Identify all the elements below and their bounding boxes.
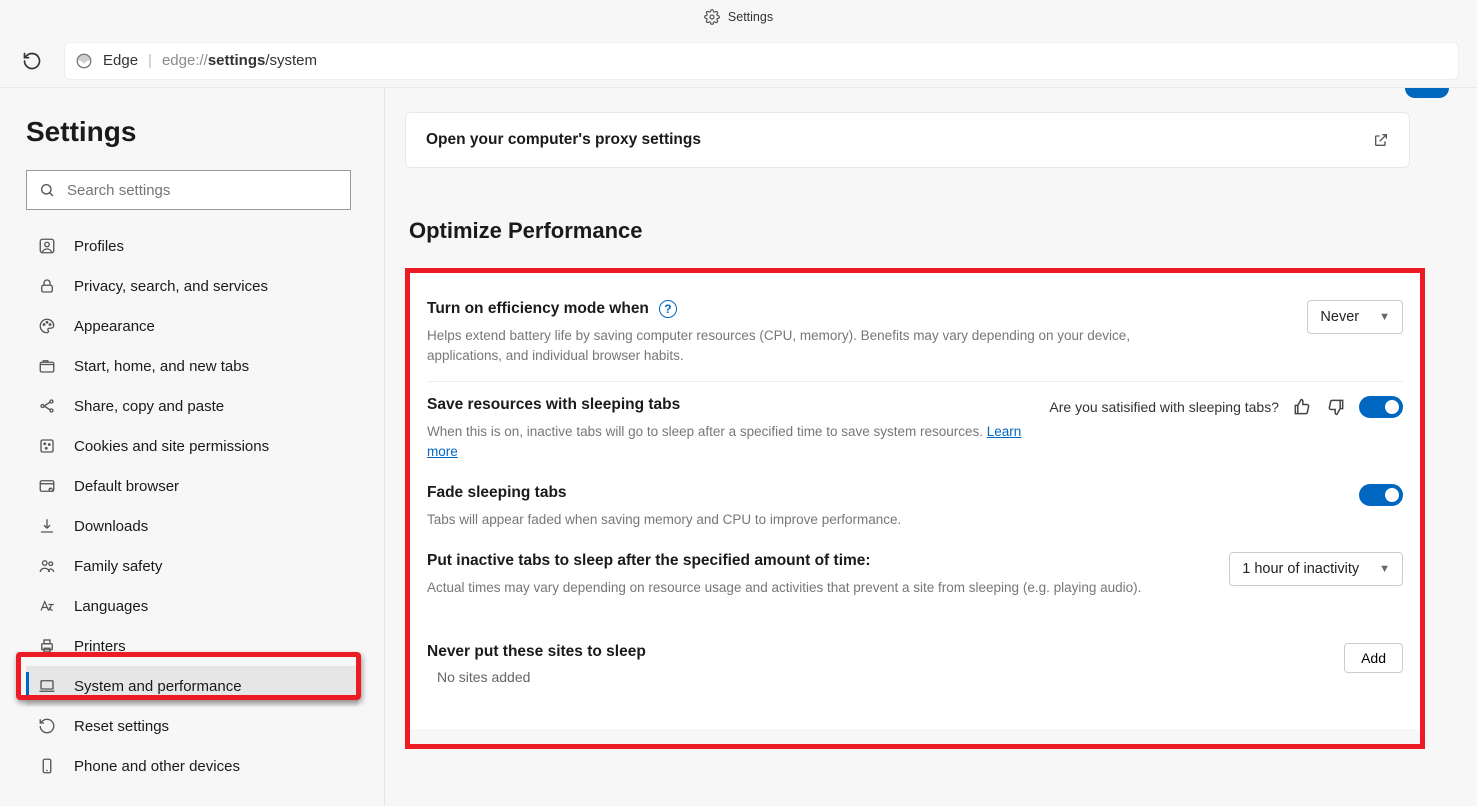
separator: | (148, 52, 152, 69)
nav-cookies[interactable]: Cookies and site permissions (26, 426, 358, 466)
download-icon (36, 517, 58, 535)
edge-logo-icon (75, 52, 93, 70)
nav-label: Printers (74, 638, 126, 655)
nav-system-performance[interactable]: System and performance (26, 666, 358, 706)
reset-icon (36, 717, 58, 735)
url: edge://settings/system (162, 52, 317, 69)
reload-button[interactable] (18, 47, 46, 75)
phone-icon (36, 757, 58, 775)
section-header: Optimize Performance (409, 218, 1477, 244)
highlight-overlay (405, 268, 1425, 749)
nav-list: Profiles Privacy, search, and services A… (26, 226, 358, 786)
family-icon (36, 557, 58, 575)
nav-default-browser[interactable]: Default browser (26, 466, 358, 506)
tab-title: Settings (728, 10, 773, 24)
search-settings-box[interactable] (26, 170, 351, 210)
performance-section: Turn on efficiency mode when ? Helps ext… (405, 268, 1425, 729)
toggle-cutoff[interactable] (1405, 88, 1449, 98)
nav-label: Phone and other devices (74, 758, 240, 775)
nav-label: System and performance (74, 678, 242, 695)
nav-reset[interactable]: Reset settings (26, 706, 358, 746)
nav-family[interactable]: Family safety (26, 546, 358, 586)
nav-profiles[interactable]: Profiles (26, 226, 358, 266)
external-link-icon (1373, 132, 1389, 148)
tabs-icon (36, 357, 58, 375)
nav-label: Start, home, and new tabs (74, 358, 249, 375)
laptop-icon (36, 677, 58, 695)
nav-label: Profiles (74, 238, 124, 255)
nav-label: Privacy, search, and services (74, 278, 268, 295)
sleeping-tabs-toggle[interactable] (1359, 396, 1403, 418)
fade-tabs-toggle[interactable] (1359, 484, 1403, 506)
search-icon (39, 182, 55, 198)
browser-icon (36, 477, 58, 495)
nav-label: Languages (74, 598, 148, 615)
active-tab[interactable]: Settings (704, 9, 773, 25)
language-icon (36, 597, 58, 615)
address-bar[interactable]: Edge | edge://settings/system (64, 42, 1459, 80)
nav-privacy[interactable]: Privacy, search, and services (26, 266, 358, 306)
profile-icon (36, 237, 58, 255)
cookie-icon (36, 437, 58, 455)
nav-label: Default browser (74, 478, 179, 495)
settings-sidebar: Settings Profiles Privacy, search, and s… (0, 88, 385, 806)
proxy-settings-row[interactable]: Open your computer's proxy settings (405, 112, 1410, 168)
nav-start[interactable]: Start, home, and new tabs (26, 346, 358, 386)
nav-label: Reset settings (74, 718, 169, 735)
gear-icon (704, 9, 720, 25)
nav-downloads[interactable]: Downloads (26, 506, 358, 546)
lock-icon (36, 277, 58, 295)
printer-icon (36, 637, 58, 655)
page-title: Settings (26, 116, 358, 148)
nav-appearance[interactable]: Appearance (26, 306, 358, 346)
proxy-title: Open your computer's proxy settings (426, 131, 701, 149)
share-icon (36, 397, 58, 415)
nav-label: Appearance (74, 318, 155, 335)
nav-printers[interactable]: Printers (26, 626, 358, 666)
nav-label: Share, copy and paste (74, 398, 224, 415)
nav-share[interactable]: Share, copy and paste (26, 386, 358, 426)
search-input[interactable] (67, 182, 338, 199)
nav-phone[interactable]: Phone and other devices (26, 746, 358, 786)
app-name: Edge (103, 52, 138, 69)
toolbar: Edge | edge://settings/system (0, 34, 1477, 88)
title-bar: Settings (0, 0, 1477, 34)
nav-languages[interactable]: Languages (26, 586, 358, 626)
nav-label: Cookies and site permissions (74, 438, 269, 455)
nav-label: Family safety (74, 558, 162, 575)
settings-content: Open your computer's proxy settings Opti… (385, 88, 1477, 806)
palette-icon (36, 317, 58, 335)
nav-label: Downloads (74, 518, 148, 535)
